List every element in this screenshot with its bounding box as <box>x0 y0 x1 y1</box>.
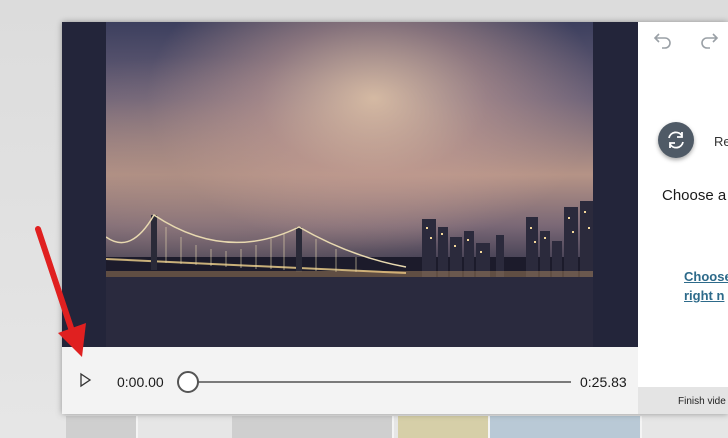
video-preview[interactable] <box>62 22 638 347</box>
refresh-button[interactable] <box>658 122 694 158</box>
background-thumbnail <box>232 416 394 438</box>
play-icon[interactable] <box>76 371 94 389</box>
total-time: 0:25.83 <box>580 374 627 390</box>
seek-thumb[interactable] <box>177 371 199 393</box>
refresh-label: Re <box>714 134 728 149</box>
choose-heading: Choose a <box>662 187 727 204</box>
video-editor-window: 0:00.00 0:25.83 Re Choose a Choose right… <box>62 22 728 414</box>
choose-link[interactable]: Choose right n <box>684 267 728 305</box>
choose-link-line2[interactable]: right n <box>684 286 728 305</box>
redo-icon[interactable] <box>698 30 720 52</box>
finish-video-button[interactable]: Finish vide <box>638 387 728 414</box>
edit-side-panel: Re Choose a Choose right n Finish vide <box>638 22 728 414</box>
undo-icon[interactable] <box>652 30 674 52</box>
city-skyline-bridge <box>106 201 593 277</box>
background-thumbnail <box>66 416 138 438</box>
video-frame-letterbox <box>106 277 593 347</box>
video-frame-image <box>106 22 593 277</box>
choose-link-line1[interactable]: Choose <box>684 267 728 286</box>
playback-controls: 0:00.00 0:25.83 <box>62 347 638 414</box>
finish-video-label: Finish vide <box>678 396 726 407</box>
refresh-icon <box>668 131 684 149</box>
seek-track[interactable] <box>188 381 571 383</box>
background-thumbnail <box>490 416 642 438</box>
current-time: 0:00.00 <box>117 374 164 390</box>
annotation-arrow <box>35 226 86 357</box>
background-thumbnail <box>398 416 490 438</box>
